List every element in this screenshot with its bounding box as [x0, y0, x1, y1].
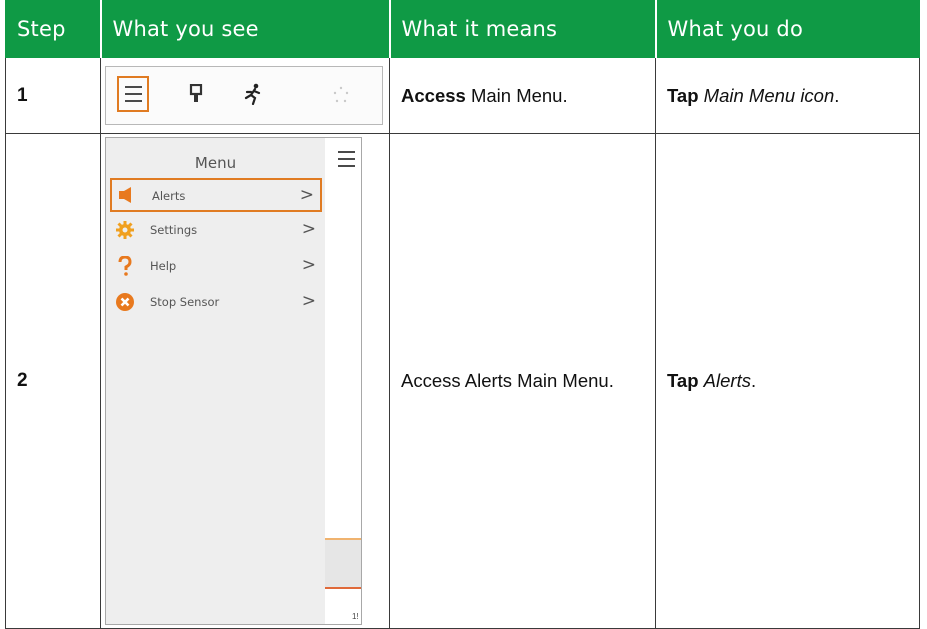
step-number: 2 — [5, 133, 101, 629]
action-cell: Tap Main Menu icon. — [655, 57, 920, 134]
app-menu-screenshot: Menu Alerts > Settings > Help > Stop Sen… — [105, 137, 362, 625]
header-what-it-means: What it means — [389, 0, 657, 58]
menu-item-alerts[interactable]: Alerts > — [110, 178, 322, 212]
instruction-table: Step What you see What it means What you… — [5, 0, 920, 629]
menu-item-label: Stop Sensor — [150, 295, 220, 309]
table-row: 1 Access Main Menu. Tap Main Menu icon. — [5, 57, 920, 134]
menu-icon — [117, 76, 149, 112]
header-row: Step What you see What it means What you… — [5, 0, 920, 58]
menu-item-label: Settings — [150, 223, 198, 237]
screenshot-cell: Menu Alerts > Settings > Help > Stop Sen… — [100, 133, 390, 629]
menu-item-label: Help — [150, 259, 177, 273]
table-row: 2 Menu Alerts > Settings > Help > Stop S… — [5, 133, 920, 629]
header-what-you-do: What you do — [655, 0, 920, 58]
meaning-text: Main Menu. — [465, 84, 568, 106]
step-number: 1 — [5, 57, 101, 134]
screenshot-cell — [100, 57, 390, 134]
chevron-right-icon: > — [301, 219, 316, 239]
loading-icon — [333, 86, 349, 103]
menu-panel: Menu Alerts > Settings > Help > Stop Sen… — [106, 138, 325, 624]
menu-item-settings[interactable]: Settings > — [110, 214, 322, 248]
chevron-right-icon: > — [301, 291, 316, 311]
graph-axis-label: 1! — [352, 612, 359, 621]
sensor-icon — [189, 84, 203, 102]
action-bold: Tap — [667, 370, 699, 391]
header-what-you-see: What you see — [100, 0, 391, 58]
gear-icon — [116, 221, 134, 239]
action-italic: Alerts — [703, 370, 751, 391]
action-bold: Tap — [667, 84, 699, 106]
chevron-right-icon: > — [301, 255, 316, 275]
action-cell: Tap Alerts. — [655, 133, 920, 629]
action-end: . — [834, 84, 840, 106]
menu-item-label: Alerts — [152, 189, 186, 203]
action-italic: Main Menu icon — [703, 84, 835, 106]
menu-title: Menu — [194, 154, 237, 172]
meaning-cell: Access Main Menu. — [389, 57, 656, 134]
meaning-cell: Access Alerts Main Menu. — [389, 133, 656, 629]
activity-icon — [244, 83, 261, 105]
header-step: Step — [5, 0, 102, 58]
app-toolbar-screenshot — [105, 66, 383, 125]
stop-icon — [116, 293, 134, 311]
graph-threshold-line — [325, 587, 361, 589]
graph-target-range — [325, 540, 361, 587]
meaning-bold: Access — [401, 84, 466, 106]
action-end: . — [750, 370, 757, 391]
menu-item-stop-sensor[interactable]: Stop Sensor > — [110, 286, 322, 320]
chevron-right-icon: > — [299, 185, 314, 205]
speaker-icon — [119, 187, 131, 203]
menu-item-help[interactable]: Help > — [110, 250, 322, 284]
help-icon — [118, 256, 132, 276]
